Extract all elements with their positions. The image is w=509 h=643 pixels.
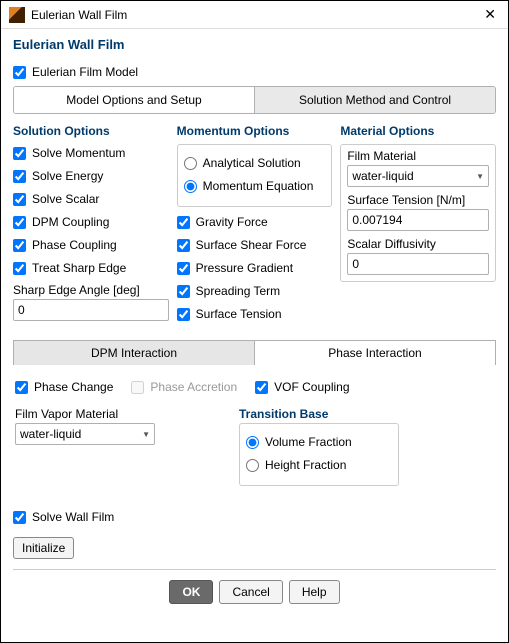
film-vapor-material-label: Film Vapor Material xyxy=(15,407,155,421)
surface-shear-force-label: Surface Shear Force xyxy=(196,238,307,252)
ok-button[interactable]: OK xyxy=(169,580,213,604)
sharp-edge-angle-input[interactable] xyxy=(13,299,169,321)
surface-tension-checkbox[interactable]: Surface Tension xyxy=(177,305,333,323)
momentum-equation-label: Momentum Equation xyxy=(203,179,314,193)
height-fraction-radio[interactable]: Height Fraction xyxy=(246,456,392,474)
momentum-options-title: Momentum Options xyxy=(177,124,333,138)
film-material-value: water-liquid xyxy=(352,169,413,183)
close-icon[interactable]: ✕ xyxy=(480,6,500,23)
sharp-edge-angle-label: Sharp Edge Angle [deg] xyxy=(13,283,169,297)
solve-scalar-box[interactable] xyxy=(13,193,26,206)
gravity-force-box[interactable] xyxy=(177,216,190,229)
solve-energy-label: Solve Energy xyxy=(32,169,103,183)
dialog-footer: OK Cancel Help xyxy=(13,570,496,614)
solve-scalar-label: Solve Scalar xyxy=(32,192,99,206)
material-options-panel: Material Options Film Material water-liq… xyxy=(340,124,496,328)
surface-tension-nm-label: Surface Tension [N/m] xyxy=(347,193,489,207)
phase-coupling-label: Phase Coupling xyxy=(32,238,117,252)
eulerian-film-model-box[interactable] xyxy=(13,66,26,79)
height-fraction-label: Height Fraction xyxy=(265,458,346,472)
surface-tension-box[interactable] xyxy=(177,308,190,321)
phase-accretion-box xyxy=(131,381,144,394)
momentum-equation-input[interactable] xyxy=(184,180,197,193)
interaction-tabs: DPM Interaction Phase Interaction xyxy=(13,340,496,365)
phase-change-label: Phase Change xyxy=(34,380,113,394)
height-fraction-input[interactable] xyxy=(246,459,259,472)
transition-base-title: Transition Base xyxy=(239,407,399,421)
analytical-solution-radio[interactable]: Analytical Solution xyxy=(184,154,326,172)
initialize-button[interactable]: Initialize xyxy=(13,537,74,559)
solve-wall-film-label: Solve Wall Film xyxy=(32,510,114,524)
tab-solution-method[interactable]: Solution Method and Control xyxy=(255,87,495,113)
titlebar: Eulerian Wall Film ✕ xyxy=(1,1,508,29)
film-vapor-material-select[interactable]: water-liquid xyxy=(15,423,155,445)
eulerian-film-model-label: Eulerian Film Model xyxy=(32,65,138,79)
spreading-term-label: Spreading Term xyxy=(196,284,281,298)
gravity-force-checkbox[interactable]: Gravity Force xyxy=(177,213,333,231)
help-button[interactable]: Help xyxy=(289,580,340,604)
solve-momentum-label: Solve Momentum xyxy=(32,146,125,160)
page-title: Eulerian Wall Film xyxy=(13,37,496,52)
volume-fraction-input[interactable] xyxy=(246,436,259,449)
pressure-gradient-label: Pressure Gradient xyxy=(196,261,293,275)
tab-phase-interaction[interactable]: Phase Interaction xyxy=(254,340,496,365)
solve-wall-film-box[interactable] xyxy=(13,511,26,524)
solve-momentum-checkbox[interactable]: Solve Momentum xyxy=(13,144,169,162)
volume-fraction-label: Volume Fraction xyxy=(265,435,352,449)
spreading-term-box[interactable] xyxy=(177,285,190,298)
cancel-button[interactable]: Cancel xyxy=(219,580,282,604)
treat-sharp-edge-box[interactable] xyxy=(13,262,26,275)
film-material-label: Film Material xyxy=(347,149,489,163)
volume-fraction-radio[interactable]: Volume Fraction xyxy=(246,433,392,451)
dpm-coupling-checkbox[interactable]: DPM Coupling xyxy=(13,213,169,231)
vof-coupling-label: VOF Coupling xyxy=(274,380,349,394)
surface-shear-force-box[interactable] xyxy=(177,239,190,252)
phase-coupling-box[interactable] xyxy=(13,239,26,252)
solve-scalar-checkbox[interactable]: Solve Scalar xyxy=(13,190,169,208)
scalar-diffusivity-label: Scalar Diffusivity xyxy=(347,237,489,251)
phase-accretion-checkbox: Phase Accretion xyxy=(131,378,237,396)
scalar-diffusivity-input[interactable] xyxy=(347,253,489,275)
surface-tension-label: Surface Tension xyxy=(196,307,282,321)
gravity-force-label: Gravity Force xyxy=(196,215,268,229)
dpm-coupling-label: DPM Coupling xyxy=(32,215,109,229)
phase-coupling-checkbox[interactable]: Phase Coupling xyxy=(13,236,169,254)
momentum-equation-radio[interactable]: Momentum Equation xyxy=(184,177,326,195)
app-icon xyxy=(9,7,25,23)
vof-coupling-box[interactable] xyxy=(255,381,268,394)
vof-coupling-checkbox[interactable]: VOF Coupling xyxy=(255,378,349,396)
solve-energy-box[interactable] xyxy=(13,170,26,183)
solution-options-panel: Solution Options Solve Momentum Solve En… xyxy=(13,124,169,328)
analytical-solution-input[interactable] xyxy=(184,157,197,170)
film-vapor-material-value: water-liquid xyxy=(20,427,81,441)
film-material-select[interactable]: water-liquid xyxy=(347,165,489,187)
phase-accretion-label: Phase Accretion xyxy=(150,380,237,394)
momentum-options-panel: Momentum Options Analytical Solution Mom… xyxy=(177,124,333,328)
analytical-solution-label: Analytical Solution xyxy=(203,156,301,170)
surface-shear-force-checkbox[interactable]: Surface Shear Force xyxy=(177,236,333,254)
treat-sharp-edge-label: Treat Sharp Edge xyxy=(32,261,126,275)
tab-dpm-interaction[interactable]: DPM Interaction xyxy=(13,340,254,365)
tab-model-options[interactable]: Model Options and Setup xyxy=(14,87,255,113)
solve-wall-film-checkbox[interactable]: Solve Wall Film xyxy=(13,508,496,526)
main-tabs: Model Options and Setup Solution Method … xyxy=(13,86,496,114)
material-options-title: Material Options xyxy=(340,124,496,138)
eulerian-film-model-checkbox[interactable]: Eulerian Film Model xyxy=(13,63,496,81)
treat-sharp-edge-checkbox[interactable]: Treat Sharp Edge xyxy=(13,259,169,277)
solve-momentum-box[interactable] xyxy=(13,147,26,160)
pressure-gradient-checkbox[interactable]: Pressure Gradient xyxy=(177,259,333,277)
solve-energy-checkbox[interactable]: Solve Energy xyxy=(13,167,169,185)
phase-change-checkbox[interactable]: Phase Change xyxy=(15,378,113,396)
dpm-coupling-box[interactable] xyxy=(13,216,26,229)
pressure-gradient-box[interactable] xyxy=(177,262,190,275)
phase-change-box[interactable] xyxy=(15,381,28,394)
solution-options-title: Solution Options xyxy=(13,124,169,138)
phase-interaction-panel: Phase Change Phase Accretion VOF Couplin… xyxy=(13,365,496,500)
window-title: Eulerian Wall Film xyxy=(31,8,127,22)
spreading-term-checkbox[interactable]: Spreading Term xyxy=(177,282,333,300)
surface-tension-input[interactable] xyxy=(347,209,489,231)
